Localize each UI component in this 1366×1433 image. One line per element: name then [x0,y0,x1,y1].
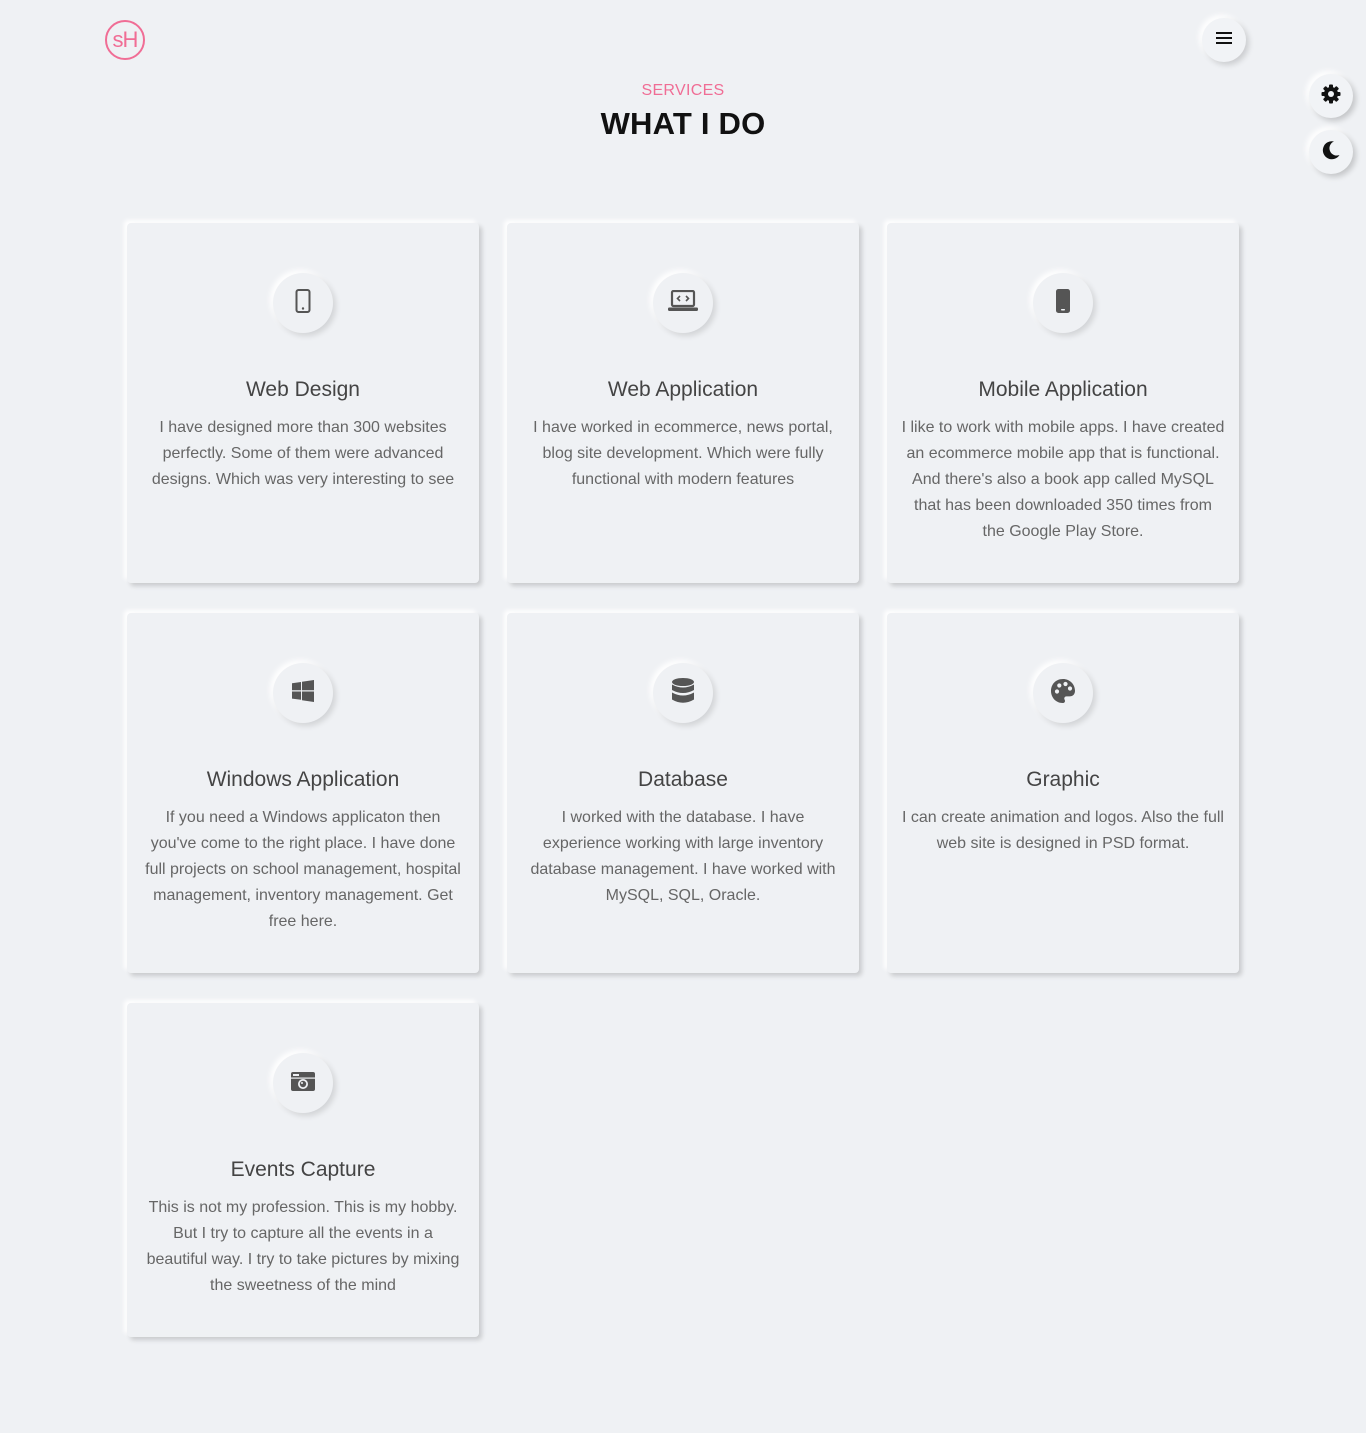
hamburger-icon [1215,30,1233,50]
mobile-icon [295,289,311,317]
service-card-graphic: Graphic I can create animation and logos… [887,613,1239,973]
site-logo[interactable]: sH [105,20,145,60]
service-description: I have worked in ecommerce, news portal,… [533,419,833,488]
service-icon-badge [1033,273,1093,333]
service-icon-badge [653,273,713,333]
service-icon-badge [273,663,333,723]
service-title: Graphic [1026,768,1100,791]
service-title: Events Capture [230,1158,376,1181]
service-card-web-design: Web Design I have designed more than 300… [127,223,479,583]
service-description: I like to work with mobile apps. I have … [901,419,1225,540]
service-card-events-capture: Events Capture This is not my profession… [127,1003,479,1337]
mobile-solid-icon [1055,288,1071,318]
section-subtitle: SERVICES [641,82,725,99]
camera-retro-icon [290,1070,316,1096]
service-icon-badge [1033,663,1093,723]
service-card-windows-application: Windows Application If you need a Window… [127,613,479,973]
service-description: This is not my profession. This is my ho… [146,1199,460,1294]
service-card-mobile-application: Mobile Application I like to work with m… [887,223,1239,583]
service-icon-badge [273,1053,333,1113]
service-icon-badge [653,663,713,723]
service-title: Web Design [245,378,360,401]
laptop-code-icon [668,289,698,316]
section-title: WHAT I DO [600,106,766,141]
windows-icon [292,680,314,706]
menu-button[interactable] [1202,18,1246,62]
service-card-database: Database I worked with the database. I h… [507,613,859,973]
services-page: sH SERVICES WHAT I DO Web Design I have … [0,0,1366,1433]
service-description: I worked with the database. I have exper… [530,809,836,904]
service-description: I have designed more than 300 websites p… [151,419,455,488]
section-header: SERVICES WHAT I DO [0,82,1366,142]
service-card-web-application: Web Application I have worked in ecommer… [507,223,859,583]
service-description: I can create animation and logos. Also t… [902,809,1224,852]
service-description: If you need a Windows applicaton then yo… [145,809,461,930]
moon-icon [1321,140,1341,164]
service-title: Database [638,768,728,791]
database-icon [672,678,694,708]
service-icon-badge [273,273,333,333]
service-title: Windows Application [206,768,400,791]
service-title: Web Application [607,378,759,401]
palette-icon [1050,678,1076,708]
service-title: Mobile Application [978,378,1148,401]
